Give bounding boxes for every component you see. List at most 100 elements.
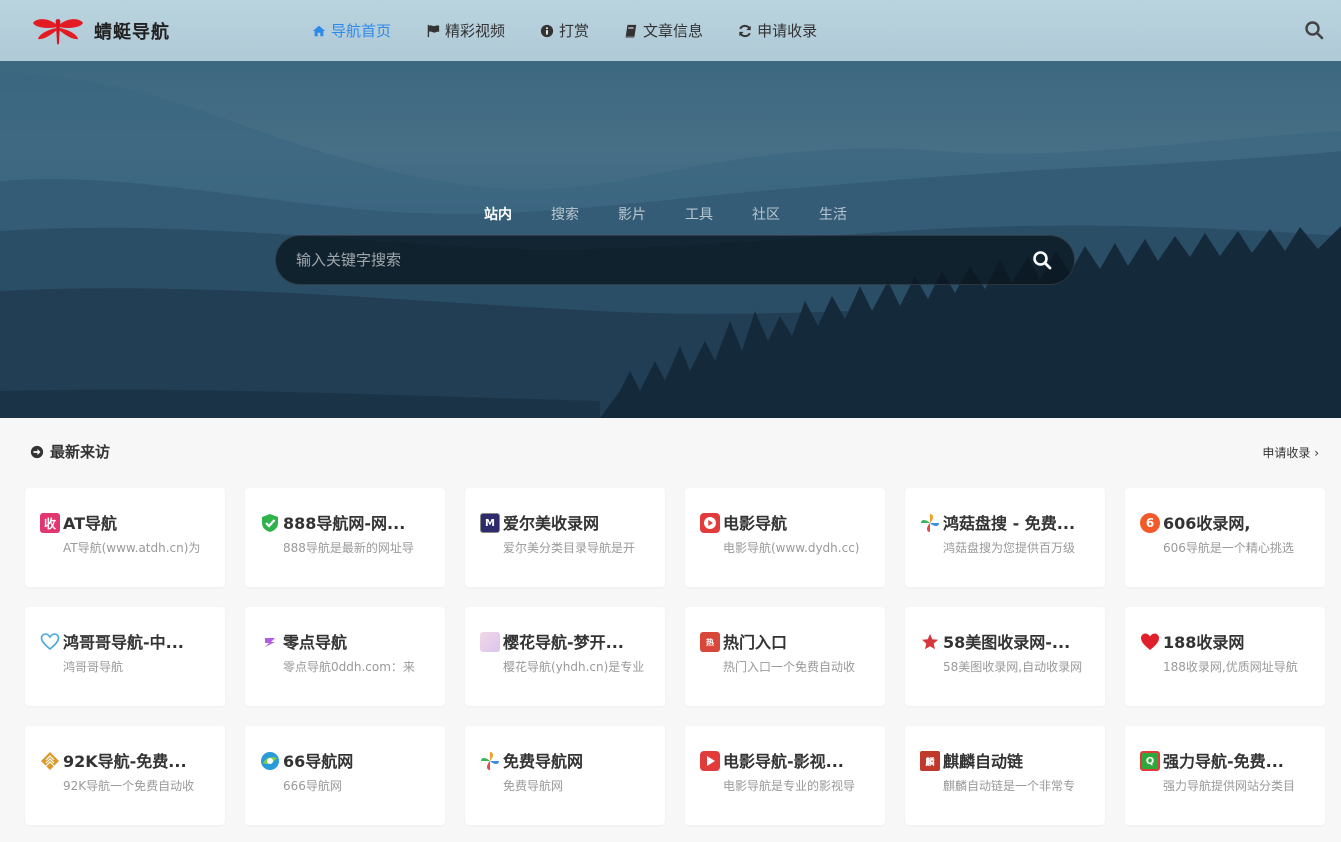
search-tabs: 站内 搜索 影片 工具 社区 生活 [484, 204, 847, 224]
site-card[interactable]: 188收录网 188收录网,优质网址导航 [1125, 607, 1325, 706]
nav-item-donate[interactable]: 打赏 [540, 20, 589, 41]
circle-logo-icon [261, 752, 279, 770]
site-card[interactable]: 鸿菇盘搜 - 免费... 鸿菇盘搜为您提供百万级 [905, 488, 1105, 587]
search-icon[interactable] [1304, 20, 1324, 40]
site-card[interactable]: 58美图收录网-... 58美图收录网,自动收录网 [905, 607, 1105, 706]
card-title: 606收录网, [1163, 514, 1251, 533]
search-submit-icon[interactable] [1032, 250, 1052, 270]
play-icon [700, 751, 720, 771]
card-desc: 鸿哥哥导航 [63, 660, 124, 674]
card-desc: 麒麟自动链是一个非常专 [943, 779, 1076, 793]
nav-item-label: 导航首页 [331, 22, 392, 40]
dragonfly-icon [33, 19, 83, 45]
card-desc: 鸿菇盘搜为您提供百万级 [943, 541, 1076, 555]
card-title: 零点导航 [283, 633, 348, 652]
site-card[interactable]: 6 606收录网, 606导航是一个精心挑选 [1125, 488, 1325, 587]
site-name: 蜻蜓导航 [94, 22, 170, 43]
card-desc: 188收录网,优质网址导航 [1163, 660, 1298, 674]
card-title: 电影导航-影视... [723, 752, 844, 771]
nav-item-label: 文章信息 [643, 22, 704, 40]
star-icon [922, 634, 938, 650]
site-card[interactable]: 电影导航-影视... 电影导航是专业的影视导 [685, 726, 885, 825]
search-box [275, 235, 1075, 285]
nav-item-articles[interactable]: 文章信息 [624, 20, 703, 41]
card-desc: 666导航网 [283, 779, 342, 793]
card-title: 热门入口 [723, 633, 788, 652]
site-card[interactable]: 热 热门入口 热门入口一个免费自动收 [685, 607, 885, 706]
nav-item-apply[interactable]: 申请收录 [738, 20, 817, 41]
card-desc: 606导航是一个精心挑选 [1163, 541, 1294, 555]
nav-item-label: 打赏 [559, 22, 590, 40]
search-tab-life[interactable]: 生活 [819, 204, 847, 224]
card-title: 66导航网 [283, 752, 354, 771]
card-desc: 樱花导航(yhdh.cn)是专业 [503, 660, 645, 674]
search-tab-tools[interactable]: 工具 [685, 204, 713, 224]
diamond-icon [41, 752, 59, 770]
card-title: 电影导航 [723, 514, 788, 533]
book-icon [625, 24, 637, 38]
search-tab-search[interactable]: 搜索 [551, 204, 579, 224]
card-title: 免费导航网 [503, 752, 584, 771]
arrow-circle-right-icon [30, 445, 44, 458]
flag-icon [427, 24, 440, 37]
card-desc: 热门入口一个免费自动收 [723, 660, 856, 674]
main-nav: 导航首页 精彩视频 打赏 文章信息 申请收录 [312, 0, 852, 61]
site-card[interactable]: 樱花导航-梦开... 樱花导航(yhdh.cn)是专业 [465, 607, 665, 706]
card-desc: 爱尔美分类目录导航是开 [503, 541, 636, 555]
site-card[interactable]: 免费导航网 免费导航网 [465, 726, 665, 825]
pinwheel-icon [481, 752, 499, 770]
card-title: 鸿哥哥导航-中... [63, 633, 184, 652]
nav-item-label: 精彩视频 [445, 22, 506, 40]
site-card[interactable]: 888导航网-网... 888导航是最新的网址导 [245, 488, 445, 587]
card-title: 爱尔美收录网 [503, 514, 600, 533]
nav-item-videos[interactable]: 精彩视频 [426, 20, 505, 41]
info-icon [540, 24, 554, 37]
shield-check-icon [262, 514, 278, 532]
sakura-icon [480, 632, 500, 652]
site-card[interactable]: M 爱尔美收录网 爱尔美分类目录导航是开 [465, 488, 665, 587]
nav-item-home[interactable]: 导航首页 [312, 20, 391, 41]
site-logo[interactable]: 蜻蜓导航 [30, 15, 170, 47]
search-tab-site[interactable]: 站内 [484, 204, 512, 224]
site-card[interactable]: 收 AT导航 AT导航(www.atdh.cn)为 [25, 488, 225, 587]
card-desc: 58美图收录网,自动收录网 [943, 660, 1083, 674]
card-title: 麒麟自动链 [943, 752, 1024, 771]
apply-inclusion-link[interactable]: 申请收录 › [1262, 444, 1319, 461]
hero-banner: 站内 搜索 影片 工具 社区 生活 [0, 61, 1341, 418]
site-card[interactable]: 麟 麒麟自动链 麒麟自动链是一个非常专 [905, 726, 1105, 825]
card-title: 强力导航-免费... [1163, 752, 1284, 771]
search-tab-community[interactable]: 社区 [752, 204, 780, 224]
card-desc: 888导航是最新的网址导 [283, 541, 414, 555]
home-icon [312, 25, 326, 36]
site-card[interactable]: 鸿哥哥导航-中... 鸿哥哥导航 [25, 607, 225, 706]
aim-logo-icon: M [480, 513, 500, 533]
play-icon [700, 513, 720, 533]
ql-icon: Q [1140, 751, 1160, 771]
zero-icon [265, 638, 275, 647]
card-title: 58美图收录网-... [943, 633, 1071, 652]
card-desc: 电影导航是专业的影视导 [723, 779, 856, 793]
search-tab-movies[interactable]: 影片 [618, 204, 646, 224]
card-desc: AT导航(www.atdh.cn)为 [63, 541, 201, 555]
heart-outline-icon [40, 633, 60, 651]
card-desc: 零点导航0ddh.com：来 [283, 660, 415, 674]
card-desc: 电影导航(www.dydh.cc) [723, 541, 860, 555]
card-desc: 免费导航网 [503, 779, 564, 793]
section-title: 最新来访 [50, 443, 111, 461]
card-title: 鸿菇盘搜 - 免费... [943, 514, 1076, 533]
site-card[interactable]: Q 强力导航-免费... 强力导航提供网站分类目 [1125, 726, 1325, 825]
recent-section-header: 最新来访 [30, 441, 110, 462]
card-desc: 92K导航一个免费自动收 [63, 779, 195, 793]
site-card[interactable]: 零点导航 零点导航0ddh.com：来 [245, 607, 445, 706]
top-header: 蜻蜓导航 导航首页 精彩视频 打赏 文章信息 申请收录 [0, 0, 1341, 61]
site-card[interactable]: 92K导航-免费... 92K导航一个免费自动收 [25, 726, 225, 825]
card-title: 92K导航-免费... [63, 752, 187, 771]
nav-item-label: 申请收录 [757, 22, 818, 40]
seal-icon: 麟 [920, 751, 940, 771]
search-input[interactable] [296, 236, 1016, 284]
six-icon: 6 [1140, 513, 1160, 533]
card-title: 樱花导航-梦开... [503, 633, 624, 652]
site-card[interactable]: 66导航网 666导航网 [245, 726, 445, 825]
card-title: AT导航 [63, 514, 118, 533]
site-card[interactable]: 电影导航 电影导航(www.dydh.cc) [685, 488, 885, 587]
